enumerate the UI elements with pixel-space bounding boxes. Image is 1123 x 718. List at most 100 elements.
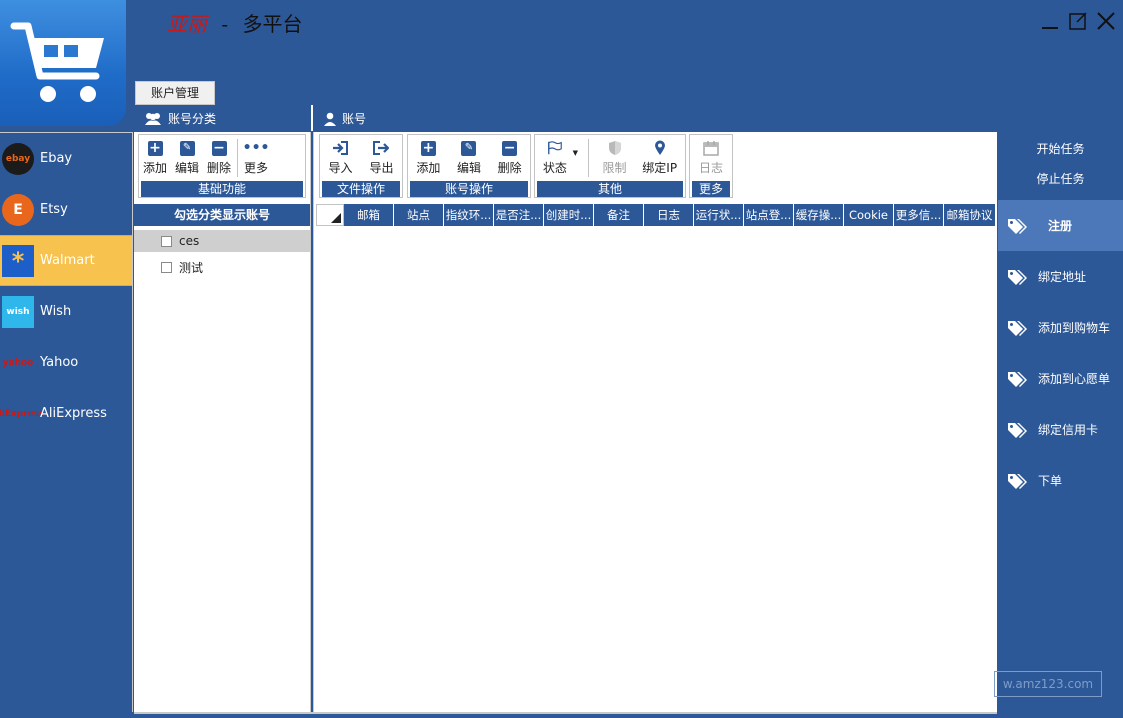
- walmart-logo-icon: *: [2, 244, 34, 277]
- category-item-test[interactable]: 测试: [134, 256, 310, 278]
- limit-button[interactable]: 限制: [599, 135, 631, 181]
- grid-column-header[interactable]: 邮箱协议: [944, 204, 996, 226]
- task-list: 注册绑定地址添加到购物车 添加到心愿单 绑定信用卡下单: [998, 200, 1123, 506]
- platform-item-ebay[interactable]: ebay Ebay: [0, 133, 132, 184]
- grid-column-header[interactable]: 站点登...: [744, 204, 794, 226]
- account-panel: 导入 导出 文件操作 + 添加 ✎ 编辑 − 删除 账号操作 状态 ▼ 限制 绑…: [313, 132, 997, 712]
- category-delete-button[interactable]: − 删除: [203, 135, 235, 181]
- account-section-title: 账号: [324, 110, 366, 127]
- platform-item-yahoo[interactable]: yahoo Yahoo: [0, 337, 132, 388]
- aliexpress-logo-icon: AliExpress: [0, 408, 45, 419]
- category-edit-button[interactable]: ✎ 编辑: [171, 135, 203, 181]
- plus-icon: +: [420, 139, 436, 156]
- close-button[interactable]: [1095, 10, 1117, 32]
- grid-column-header[interactable]: 日志: [644, 204, 694, 226]
- grid-column-header[interactable]: Cookie: [844, 204, 894, 226]
- calendar-icon: [703, 141, 719, 156]
- task-item-label: 绑定信用卡: [1038, 423, 1099, 437]
- task-item[interactable]: 添加到购物车: [998, 302, 1123, 353]
- account-grid-header: 邮箱 站点 指纹环... 是否注... 创建时... 备注 日志 运行状... 站点登... 缓存…: [316, 204, 996, 226]
- start-task-button[interactable]: 开始任务: [998, 134, 1123, 164]
- platform-item-label: Etsy: [40, 202, 68, 217]
- platform-item-label: Ebay: [40, 151, 73, 166]
- close-icon: [1097, 12, 1115, 30]
- task-item[interactable]: 添加到心愿单: [998, 353, 1123, 404]
- category-item-ces[interactable]: ces: [134, 230, 310, 252]
- stop-task-button[interactable]: 停止任务: [998, 164, 1123, 194]
- platform-item-aliexpress[interactable]: AliExpressAliExpress: [0, 388, 132, 439]
- tag-icon: [998, 370, 1038, 388]
- section-header: 账号分类 账号: [134, 105, 997, 131]
- task-panel: 开始任务 停止任务 注册绑定地址添加到购物车 添加到心愿单 绑定信用卡下单: [998, 132, 1123, 712]
- window-controls: [1039, 10, 1117, 32]
- log-button[interactable]: 日志: [695, 135, 727, 181]
- plus-icon: +: [147, 139, 163, 156]
- category-checkbox[interactable]: [161, 235, 172, 247]
- tag-icon: [998, 268, 1038, 286]
- grid-column-header[interactable]: 邮箱: [344, 204, 394, 226]
- category-item-label: 测试: [179, 260, 204, 275]
- more-group: 日志 更多: [689, 134, 733, 198]
- account-add-button[interactable]: + 添加: [412, 135, 444, 181]
- category-checkbox[interactable]: [161, 261, 172, 273]
- task-item[interactable]: 注册: [998, 200, 1123, 251]
- platform-item-etsy[interactable]: E Etsy: [0, 184, 132, 235]
- basic-functions-caption: 基础功能: [141, 181, 303, 197]
- task-item-label: 注册: [1048, 219, 1073, 233]
- toolbar-separator: [587, 139, 589, 177]
- export-button[interactable]: 导出: [365, 135, 397, 181]
- category-more-button[interactable]: ••• 更多: [240, 135, 272, 181]
- title-separator: -: [221, 12, 229, 36]
- status-dropdown-button[interactable]: 状态: [539, 135, 571, 181]
- flag-icon: [547, 141, 562, 155]
- account-ops-group: + 添加 ✎ 编辑 − 删除 账号操作: [407, 134, 531, 198]
- category-panel: + 添加 ✎ 编辑 − 删除 ••• 更多 基础功能 勾选分类显示账号 ces 测试: [134, 132, 311, 712]
- grid-column-header[interactable]: 运行状...: [694, 204, 744, 226]
- grid-column-header[interactable]: 备注: [594, 204, 644, 226]
- file-ops-caption: 文件操作: [322, 181, 400, 197]
- grid-column-header[interactable]: 更多信...: [894, 204, 944, 226]
- maximize-button[interactable]: [1067, 10, 1089, 32]
- minimize-button[interactable]: [1039, 10, 1061, 32]
- category-item-label: ces: [179, 234, 200, 248]
- task-item-label: 添加到心愿单: [1038, 372, 1111, 386]
- grid-column-header[interactable]: 缓存操...: [794, 204, 844, 226]
- users-icon: [145, 112, 161, 125]
- toolbar-separator: [237, 139, 239, 177]
- task-item-label: 下单: [1038, 474, 1063, 488]
- grid-column-header[interactable]: 是否注...: [494, 204, 544, 226]
- tab-account-management[interactable]: 账户管理: [135, 81, 215, 105]
- etsy-logo-icon: E: [2, 193, 34, 226]
- task-item[interactable]: 绑定地址: [998, 251, 1123, 302]
- task-item[interactable]: 下单: [998, 455, 1123, 506]
- category-section-title: 账号分类: [144, 110, 216, 127]
- task-item-label: 添加到购物车: [1038, 321, 1111, 335]
- file-ops-group: 导入 导出 文件操作: [319, 134, 403, 198]
- export-icon: [373, 141, 390, 155]
- account-section-label: 账号: [342, 112, 367, 126]
- bottom-border: [134, 712, 997, 714]
- grid-column-header[interactable]: 指纹环...: [444, 204, 494, 226]
- category-add-button[interactable]: + 添加: [139, 135, 171, 181]
- import-button[interactable]: 导入: [324, 135, 356, 181]
- account-edit-button[interactable]: ✎ 编辑: [453, 135, 485, 181]
- task-item[interactable]: 绑定信用卡: [998, 404, 1123, 455]
- account-delete-button[interactable]: − 删除: [494, 135, 526, 181]
- minus-icon: −: [211, 139, 227, 156]
- bind-ip-button[interactable]: 绑定IP: [638, 135, 681, 181]
- shield-icon: [608, 141, 621, 155]
- wish-logo-icon: wish: [2, 295, 34, 328]
- app-title: 亚丽 - 多平台: [167, 8, 302, 37]
- account-ops-caption: 账号操作: [410, 181, 528, 197]
- platform-item-walmart[interactable]: * Walmart: [0, 235, 132, 286]
- grid-column-header[interactable]: 创建时...: [544, 204, 594, 226]
- platform-item-label: AliExpress: [40, 406, 107, 421]
- more-dots-icon: •••: [242, 140, 270, 156]
- minimize-icon: [1042, 27, 1058, 29]
- app-title-text: 多平台: [242, 12, 303, 36]
- select-all-corner[interactable]: [316, 204, 344, 226]
- yahoo-logo-icon: yahoo: [2, 357, 34, 368]
- platform-item-wish[interactable]: wish Wish: [0, 286, 132, 337]
- category-section-label: 账号分类: [168, 112, 217, 126]
- grid-column-header[interactable]: 站点: [394, 204, 444, 226]
